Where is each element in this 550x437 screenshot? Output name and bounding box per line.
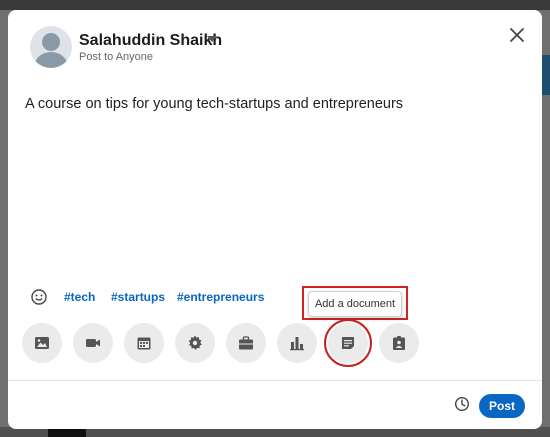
background-top-bar bbox=[0, 0, 550, 10]
event-button[interactable] bbox=[124, 323, 164, 363]
create-post-dialog: Salahuddin Shaikh Post to Anyone A cours… bbox=[8, 10, 542, 429]
close-icon[interactable] bbox=[506, 24, 528, 46]
avatar-head bbox=[42, 33, 60, 51]
job-button[interactable] bbox=[226, 323, 266, 363]
celebrate-icon bbox=[188, 335, 202, 350]
photo-icon bbox=[35, 337, 49, 349]
document-highlight-ring bbox=[324, 319, 372, 367]
tooltip: Add a document bbox=[308, 291, 402, 317]
video-button[interactable] bbox=[73, 323, 113, 363]
hiring-icon bbox=[393, 336, 405, 350]
hashtag-link[interactable]: #tech bbox=[64, 290, 95, 304]
poll-button[interactable] bbox=[277, 323, 317, 363]
author-name[interactable]: Salahuddin Shaikh bbox=[79, 32, 222, 50]
event-icon bbox=[137, 337, 151, 350]
hiring-button[interactable] bbox=[379, 323, 419, 363]
clock-icon[interactable] bbox=[454, 396, 470, 412]
chevron-down-icon[interactable] bbox=[207, 36, 217, 42]
visibility-label[interactable]: Post to Anyone bbox=[79, 51, 153, 63]
avatar[interactable] bbox=[30, 26, 72, 68]
celebrate-button[interactable] bbox=[175, 323, 215, 363]
post-text-area[interactable]: A course on tips for young tech-startups… bbox=[25, 96, 403, 112]
emoji-icon[interactable] bbox=[30, 288, 48, 306]
photo-button[interactable] bbox=[22, 323, 62, 363]
job-icon bbox=[239, 336, 253, 350]
hashtag-link[interactable]: #startups bbox=[111, 290, 165, 304]
poll-icon bbox=[290, 337, 304, 351]
video-icon bbox=[86, 339, 100, 347]
dialog-header: Salahuddin Shaikh Post to Anyone bbox=[8, 10, 542, 80]
hashtag-link[interactable]: #entrepreneurs bbox=[177, 290, 264, 304]
post-button[interactable]: Post bbox=[479, 394, 525, 418]
avatar-body bbox=[34, 52, 68, 68]
footer-divider bbox=[8, 380, 542, 381]
